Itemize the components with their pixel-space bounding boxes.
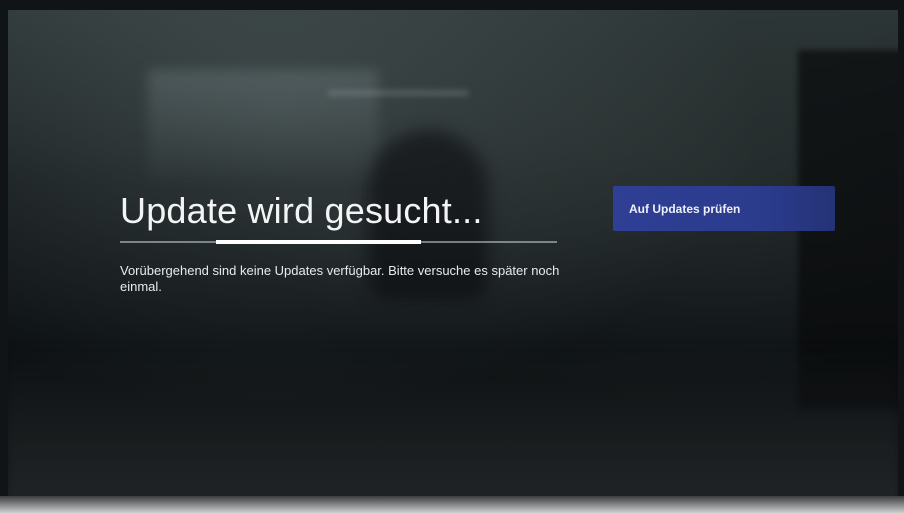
tv-bezel: [0, 496, 904, 513]
reflection-window: [148, 70, 378, 180]
reflection-floor: [8, 340, 898, 496]
tv-screen: Update wird gesucht... Vorübergehend sin…: [8, 10, 898, 496]
tv-photo: Update wird gesucht... Vorübergehend sin…: [0, 0, 904, 513]
update-title: Update wird gesucht...: [120, 190, 483, 231]
check-updates-button[interactable]: Auf Updates prüfen: [613, 186, 835, 231]
progress-indicator: [216, 240, 421, 244]
status-message: Vorübergehend sind keine Updates verfügb…: [120, 263, 560, 294]
reflection-ceiling-light: [328, 90, 468, 96]
